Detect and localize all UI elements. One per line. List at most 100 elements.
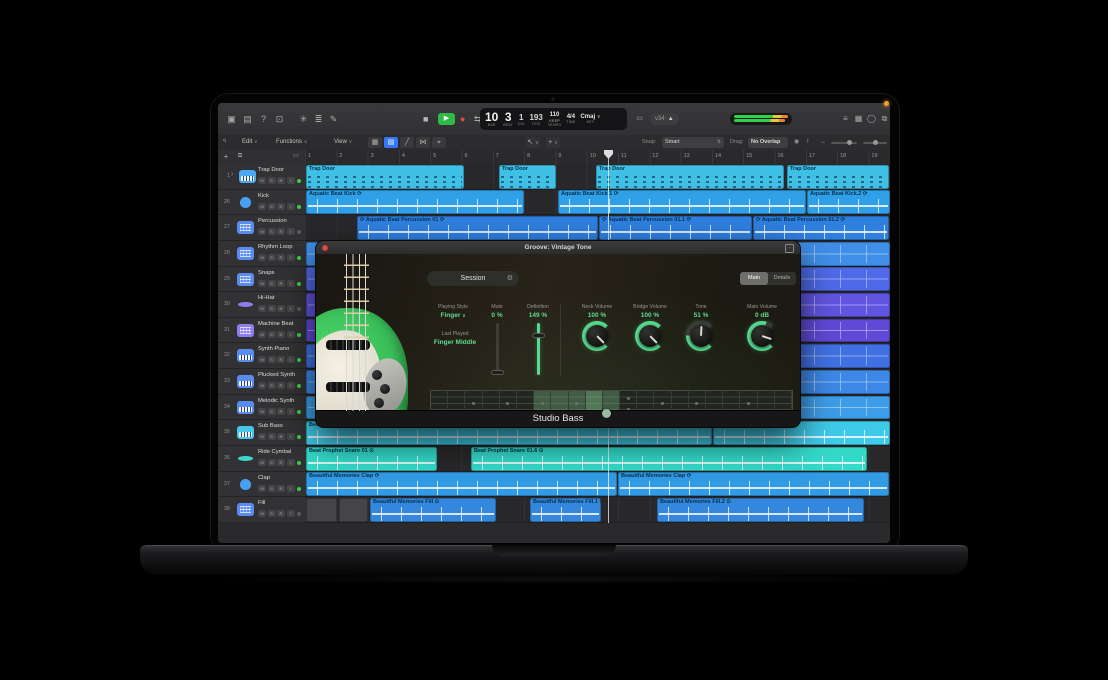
s-button[interactable]: S [268, 408, 276, 415]
stop-button[interactable]: ■ [423, 113, 428, 125]
smart-controls-icon[interactable]: ✳ [296, 112, 311, 126]
s-button[interactable]: S [268, 280, 276, 287]
library-icon[interactable]: ⊡ [272, 112, 287, 126]
r-button[interactable]: R [277, 459, 285, 466]
i-button[interactable]: I [287, 331, 295, 338]
gear-icon[interactable]: ⚙ [507, 271, 513, 286]
lcd-key[interactable]: Cmaj ∨ KEY [580, 109, 600, 129]
i-button[interactable]: I [287, 382, 295, 389]
track-row-percussion[interactable]: 27PercussionMSRI [218, 215, 305, 241]
playing-style-value[interactable]: Finger ∨ [441, 312, 466, 319]
m-button[interactable]: M [258, 485, 266, 492]
region-beautiful-memories-fill.2-[interactable]: Beautiful Memories Fill.2 ⊙ [657, 498, 864, 522]
region--aquatic-beat-percussion-01.1-[interactable]: ⟳ Aquatic Beat Percussion 01.1 ⟳ [599, 216, 752, 240]
drag-dropdown[interactable]: No Overlap [748, 137, 788, 148]
track-row-kick[interactable]: 26KickMSRI [218, 190, 305, 216]
track-row-melodic-synth[interactable]: 34Melodic SynthMSRI [218, 395, 305, 421]
m-button[interactable]: M [258, 254, 266, 261]
tab-main[interactable]: Main [740, 272, 768, 285]
pointer-tool[interactable]: ↖ ∨ [526, 137, 540, 148]
s-button[interactable]: S [268, 382, 276, 389]
neck-volume-knob[interactable] [582, 321, 612, 351]
m-button[interactable]: M [258, 228, 266, 235]
preset-dropdown[interactable]: Session ⚙ [427, 271, 519, 286]
r-button[interactable]: R [277, 356, 285, 363]
bridge-volume-knob[interactable] [635, 321, 665, 351]
i-button[interactable]: I [287, 459, 295, 466]
r-button[interactable]: R [277, 382, 285, 389]
mute-slider[interactable] [496, 323, 499, 375]
main-volume-knob[interactable] [747, 321, 777, 351]
horizontal-zoom-slider[interactable] [831, 142, 857, 144]
region-trap-door[interactable]: Trap Door [596, 165, 784, 189]
region-aquatic-beat-kick.1-[interactable]: Aquatic Beat Kick.1 ⟳ [558, 190, 806, 214]
record-button[interactable]: ● [460, 113, 465, 125]
r-button[interactable]: R [277, 254, 285, 261]
r-button[interactable]: R [277, 305, 285, 312]
s-button[interactable]: S [268, 305, 276, 312]
r-button[interactable]: R [277, 177, 285, 184]
region-trap-door[interactable]: Trap Door [306, 165, 464, 189]
region-aquatic-beat-kick-[interactable]: Aquatic Beat Kick ⟳ [306, 190, 524, 214]
mute-slider-handle[interactable] [491, 370, 504, 375]
track-row-hi-hat[interactable]: 30Hi-HatMSRI [218, 292, 305, 318]
region-aquatic-beat-kick.2-[interactable]: Aquatic Beat Kick.2 ⟳ [807, 190, 890, 214]
track-row-fill[interactable]: 38FillMSRI [218, 497, 305, 523]
region--aquatic-beat-percussion-01.2-[interactable]: ⟳ Aquatic Beat Percussion 01.2 ⟳ [753, 216, 889, 240]
i-button[interactable]: I [287, 408, 295, 415]
region-beautiful-memories-clap-[interactable]: Beautiful Memories Clap ⟳ [618, 472, 889, 496]
m-button[interactable]: M [258, 510, 266, 517]
track-row-rhythm-loop[interactable]: 28Rhythm LoopMSRI [218, 241, 305, 267]
s-button[interactable]: S [268, 433, 276, 440]
command-click-tool[interactable]: + ∨ [546, 137, 560, 148]
definition-slider-handle[interactable] [532, 333, 545, 338]
plugin-title-bar[interactable]: Groove: Vintage Tone ⌃ [316, 241, 800, 255]
custom-display-icon[interactable]: ▭ [632, 112, 647, 126]
r-button[interactable]: R [277, 433, 285, 440]
add-track-button[interactable]: + [220, 151, 232, 162]
track-row-sub-bass[interactable]: 35Sub BassMSRI [218, 420, 305, 446]
snap-dropdown[interactable]: Smart⇅ [662, 137, 724, 148]
vertical-zoom-slider[interactable] [863, 142, 887, 144]
regions-view-icon[interactable]: ▤ [384, 137, 398, 148]
s-button[interactable]: S [268, 485, 276, 492]
m-button[interactable]: M [258, 356, 266, 363]
i-button[interactable]: I [287, 203, 295, 210]
r-button[interactable]: R [277, 203, 285, 210]
track-row-machine-beat[interactable]: 31Machine BeatMSRI [218, 318, 305, 344]
lcd-tempo[interactable]: 110 KEEP TEMPO [548, 109, 561, 129]
s-button[interactable]: S [268, 203, 276, 210]
catch-playhead-icon[interactable]: ◉ [794, 137, 799, 148]
duplicate-track-button[interactable]: ⧉ [234, 151, 246, 162]
r-button[interactable]: R [277, 485, 285, 492]
m-button[interactable]: M [258, 203, 266, 210]
link-icon[interactable]: ⌃ [785, 244, 794, 253]
m-button[interactable]: M [258, 280, 266, 287]
disclosure-icon[interactable]: › [231, 171, 233, 178]
lcd-display[interactable]: 10 BAR 3 BEAT 1 DIV 193 TICK 110 KEEP [480, 108, 627, 130]
menu-view[interactable]: View ∨ [334, 137, 352, 148]
editors-icon[interactable]: ≣ [311, 112, 326, 126]
catch-icon[interactable]: ⌖ [432, 137, 446, 148]
m-button[interactable]: M [258, 408, 266, 415]
r-button[interactable]: R [277, 228, 285, 235]
back-icon[interactable]: ↰ [222, 137, 227, 148]
i-button[interactable]: I [287, 510, 295, 517]
m-button[interactable]: M [258, 433, 266, 440]
text-tool-icon[interactable]: I [807, 137, 809, 148]
s-button[interactable]: S [268, 254, 276, 261]
quick-help-icon[interactable]: ? [256, 112, 271, 126]
r-button[interactable]: R [277, 280, 285, 287]
r-button[interactable]: R [277, 331, 285, 338]
region-trap-door[interactable]: Trap Door [787, 165, 889, 189]
fretboard-position-handle[interactable] [602, 409, 611, 418]
menu-functions[interactable]: Functions ∨ [276, 137, 307, 148]
lcd-time-signature[interactable]: 4/4 TIME [566, 109, 575, 129]
region-beat-prophet-snare-01.6-[interactable]: Beat Prophet Snare 01.6 ⊙ [471, 447, 867, 471]
i-button[interactable]: I [287, 433, 295, 440]
track-row-plucked-synth[interactable]: 33Plucked SynthMSRI [218, 369, 305, 395]
m-button[interactable]: M [258, 305, 266, 312]
track-row-clap[interactable]: 37ClapMSRI [218, 472, 305, 498]
menu-edit[interactable]: Edit ∨ [242, 137, 258, 148]
r-button[interactable]: R [277, 510, 285, 517]
